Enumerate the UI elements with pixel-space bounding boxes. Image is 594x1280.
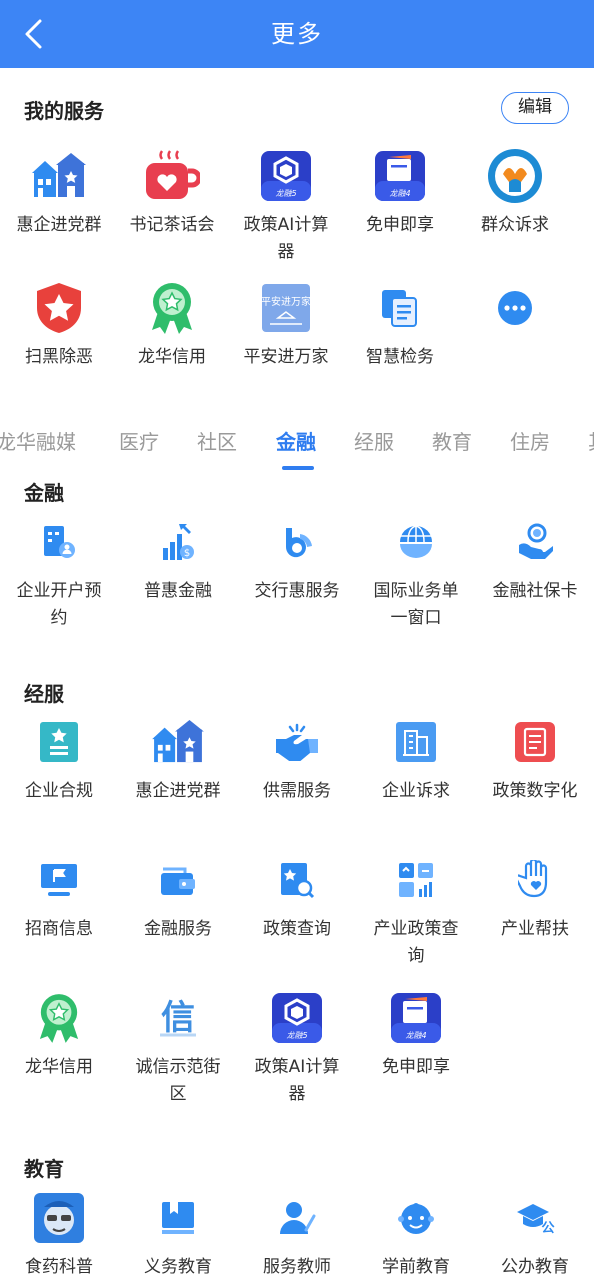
page-title: 更多 [271,20,323,48]
shield-star-icon [29,278,89,338]
business-item-compliance[interactable]: 企业合规 [0,712,118,805]
buildings-icon [29,146,89,206]
service-item-mianshen[interactable]: 龙融4 免申即享 [341,146,459,239]
grad-cap-icon: 公 [505,1188,565,1248]
education-item-preschool[interactable]: 学前教育 [357,1188,475,1280]
service-item-tea[interactable]: 书记茶话会 [113,146,231,239]
pingan-logo-icon: 平安进万家 [256,278,316,338]
teacher-icon [267,1188,327,1248]
wallet-icon [148,850,208,910]
finance-item-bocom[interactable]: 交行惠服务 [238,512,356,605]
education-section-title: 教育 [24,1157,64,1181]
longrong5-app-icon: 龙融5 [256,146,316,206]
office-building-icon [386,712,446,772]
service-item-jianwu[interactable]: 智慧检务 [341,278,459,371]
business-item-finance[interactable]: 金融服务 [119,850,237,943]
coins-chart-icon: $ [148,512,208,572]
mascot-icon [29,1188,89,1248]
tab-finance[interactable]: 金融 [276,426,316,455]
service-item-pingan[interactable]: 平安进万家 平安进万家 [227,278,345,371]
tab-housing[interactable]: 住房 [510,426,550,455]
svg-text:龙融5: 龙融5 [275,189,296,198]
service-item-credit[interactable]: 龙华信用 [113,278,231,371]
business-item-mianshen[interactable]: 龙融4 免申即享 [357,988,475,1081]
education-item-teacher[interactable]: 服务教师 [238,1188,356,1280]
xin-character-icon: 信 [148,988,208,1048]
doc-search-icon [267,850,327,910]
active-tab-indicator [282,466,314,470]
hand-heart-icon [505,850,565,910]
bocom-logo-icon [267,512,327,572]
gong-logo-text: 公 [541,1221,554,1236]
more-services-button[interactable] [456,278,574,344]
business-item-integrity-street[interactable]: 信 诚信示范街区 [119,988,237,1108]
coffee-cup-icon [142,146,202,206]
finance-item-intl[interactable]: 国际业务单一窗口 [357,512,475,632]
account-open-icon [29,512,89,572]
finance-section-title: 金融 [24,481,64,505]
business-item-industry-policy[interactable]: 产业政策查询 [357,850,475,970]
finance-item-account[interactable]: 企业开户预约 [0,512,118,632]
credit-badge-icon [29,988,89,1048]
my-services-title: 我的服务 [24,99,104,123]
business-section-title: 经服 [24,682,64,706]
xin-logo-text: 信 [161,998,195,1038]
svg-text:龙融4: 龙融4 [405,1031,426,1040]
compliance-book-icon [29,712,89,772]
business-item-huiqi[interactable]: 惠企进党群 [119,712,237,805]
service-item-ai-calc[interactable]: 龙融5 政策AI计算器 [227,146,345,266]
business-item-appeal[interactable]: 企业诉求 [357,712,475,805]
buildings-icon [148,712,208,772]
appeal-emblem-icon [485,146,545,206]
dashboard-icon [386,850,446,910]
top-bar: 更多 [0,0,594,68]
business-item-ai-calc[interactable]: 龙融5 政策AI计算器 [238,988,356,1108]
longrong4-app-icon: 龙融4 [386,988,446,1048]
service-item-saohei[interactable]: 扫黑除恶 [0,278,118,371]
business-item-support[interactable]: 产业帮扶 [476,850,594,943]
longrong4-app-icon: 龙融4 [370,146,430,206]
edit-button[interactable]: 编辑 [501,92,569,124]
education-item-public[interactable]: 公 公办教育 [476,1188,594,1280]
hand-user-icon [505,512,565,572]
business-item-policy-query[interactable]: 政策查询 [238,850,356,943]
credit-badge-icon [142,278,202,338]
svg-text:$: $ [184,548,190,559]
education-item-compulsory[interactable]: 义务教育 [119,1188,237,1280]
finance-item-sbcard[interactable]: 金融社保卡 [476,512,594,605]
longrong5-app-icon: 龙融5 [267,988,327,1048]
service-item-huiqi[interactable]: 惠企进党群 [0,146,118,239]
pingan-logo-text: 平安进万家 [262,295,310,308]
education-item-food-science[interactable]: 食药科普 [0,1188,118,1280]
book-icon [148,1188,208,1248]
category-tabs: 龙华融媒 医疗 社区 金融 经服 教育 住房 其 [0,420,594,472]
svg-text:龙融4: 龙融4 [389,189,410,198]
globe-icon [386,512,446,572]
tab-other[interactable]: 其 [588,426,594,455]
svg-text:龙融5: 龙融5 [286,1031,307,1040]
business-item-digital[interactable]: 政策数字化 [476,712,594,805]
tab-community[interactable]: 社区 [197,426,237,455]
tab-business[interactable]: 经服 [354,426,394,455]
child-face-icon [386,1188,446,1248]
business-item-investment[interactable]: 招商信息 [0,850,118,943]
finance-item-puhui[interactable]: $ 普惠金融 [119,512,237,605]
tab-education[interactable]: 教育 [432,426,472,455]
tab-medical[interactable]: 医疗 [119,426,159,455]
document-icon [370,278,430,338]
service-item-appeal[interactable]: 群众诉求 [456,146,574,239]
handshake-icon [267,712,327,772]
monitor-flag-icon [29,850,89,910]
more-icon [485,278,545,338]
business-item-credit[interactable]: 龙华信用 [0,988,118,1081]
digital-doc-icon [505,712,565,772]
business-item-supply[interactable]: 供需服务 [238,712,356,805]
tab-longhua-media[interactable]: 龙华融媒 [0,426,76,455]
